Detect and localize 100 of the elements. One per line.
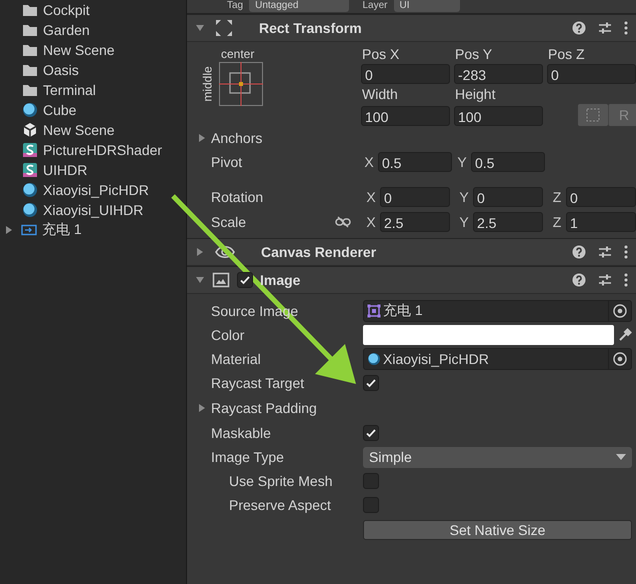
tag-dropdown[interactable]: Untagged bbox=[249, 0, 348, 12]
number-field[interactable]: 0.5 bbox=[471, 152, 545, 172]
image-icon bbox=[212, 272, 230, 288]
collapsed-caret-icon[interactable] bbox=[197, 133, 207, 143]
number-field[interactable]: 0 bbox=[566, 186, 636, 206]
sprite-icon bbox=[367, 304, 381, 318]
number-field[interactable]: 2.5 bbox=[473, 212, 543, 232]
number-field[interactable]: 0.5 bbox=[378, 152, 452, 172]
sphere-icon bbox=[22, 182, 38, 198]
number-field[interactable]: -283 bbox=[454, 64, 543, 84]
component-header[interactable]: Rect Transform bbox=[187, 14, 636, 42]
number-field[interactable]: 100 bbox=[454, 106, 543, 126]
property-label: Material bbox=[211, 351, 262, 367]
project-item[interactable]: Garden bbox=[0, 20, 186, 40]
project-item[interactable]: Xiaoyisi_UIHDR bbox=[0, 200, 186, 220]
property-label: Use Sprite Mesh bbox=[229, 473, 334, 489]
field-label: Height bbox=[454, 86, 496, 102]
anchor-label: middle bbox=[201, 66, 215, 102]
project-item[interactable]: New Scene bbox=[0, 40, 186, 60]
checkbox[interactable] bbox=[363, 425, 379, 441]
project-item[interactable]: Terminal bbox=[0, 80, 186, 100]
help-icon[interactable] bbox=[572, 273, 586, 287]
property-label: Raycast Target bbox=[211, 375, 306, 391]
presets-icon[interactable] bbox=[598, 21, 612, 35]
eye-icon bbox=[215, 245, 235, 259]
presets-icon[interactable] bbox=[598, 245, 612, 259]
number-field[interactable]: 0 bbox=[473, 186, 543, 206]
axis-label: Y bbox=[458, 214, 470, 230]
dropdown-arrow-icon[interactable] bbox=[616, 453, 626, 461]
help-icon[interactable] bbox=[572, 245, 586, 259]
dropdown[interactable]: Simple bbox=[363, 446, 632, 468]
project-item[interactable]: 充电 1 bbox=[0, 220, 186, 240]
axis-label: Z bbox=[552, 214, 562, 230]
project-item[interactable]: PictureHDRShader bbox=[0, 140, 186, 160]
rect-transform-icon bbox=[215, 19, 233, 37]
more-menu-icon[interactable] bbox=[624, 21, 628, 35]
sphere-icon bbox=[22, 202, 38, 218]
sprite-icon bbox=[21, 224, 37, 236]
number-field[interactable]: 0 bbox=[547, 64, 636, 84]
number-field[interactable]: 0 bbox=[380, 186, 450, 206]
presets-icon[interactable] bbox=[598, 273, 612, 287]
axis-label: Z bbox=[552, 188, 562, 204]
number-field[interactable]: 100 bbox=[361, 106, 450, 126]
object-picker-icon[interactable] bbox=[613, 304, 627, 318]
folder-icon bbox=[22, 63, 38, 77]
expanded-caret-icon[interactable] bbox=[195, 23, 205, 33]
folder-icon bbox=[22, 3, 38, 17]
component-title: Canvas Renderer bbox=[261, 244, 376, 260]
collapsed-caret-icon[interactable] bbox=[195, 247, 205, 257]
component-header[interactable]: Image bbox=[187, 266, 636, 294]
foldout-label[interactable]: Raycast Padding bbox=[211, 400, 317, 416]
anchor-label: center bbox=[220, 46, 256, 62]
axis-label: X bbox=[365, 188, 377, 204]
shader-file-icon bbox=[22, 142, 38, 158]
cube-icon bbox=[22, 122, 38, 138]
sphere-icon bbox=[22, 102, 38, 118]
expanded-caret-icon[interactable] bbox=[195, 275, 205, 285]
property-label: Pivot bbox=[211, 154, 242, 170]
axis-label: Y bbox=[458, 188, 470, 204]
project-item[interactable]: Oasis bbox=[0, 60, 186, 80]
object-field[interactable]: Xiaoyisi_PicHDR bbox=[363, 348, 632, 370]
set-native-size-button[interactable]: Set Native Size bbox=[363, 520, 632, 540]
object-picker-icon[interactable] bbox=[613, 352, 627, 366]
field-label: Width bbox=[361, 86, 399, 102]
help-icon[interactable] bbox=[572, 21, 586, 35]
number-field[interactable]: 0 bbox=[361, 64, 450, 84]
field-label: Pos X bbox=[361, 46, 400, 62]
checkbox[interactable] bbox=[363, 473, 379, 489]
number-field[interactable]: 1 bbox=[566, 212, 636, 232]
property-label: Rotation bbox=[211, 188, 264, 204]
broken-link-icon[interactable] bbox=[335, 216, 351, 228]
checkbox[interactable] bbox=[363, 375, 379, 391]
field-label: Pos Y bbox=[454, 46, 494, 62]
layer-label: Layer bbox=[362, 0, 388, 12]
property-label: Color bbox=[211, 327, 246, 343]
foldout-label[interactable]: Anchors bbox=[211, 130, 262, 146]
project-item[interactable]: UIHDR bbox=[0, 160, 186, 180]
project-item[interactable]: New Scene bbox=[0, 120, 186, 140]
project-item[interactable]: Cockpit bbox=[0, 0, 186, 20]
project-item[interactable]: Cube bbox=[0, 100, 186, 120]
collapsed-caret-icon[interactable] bbox=[4, 225, 14, 235]
more-menu-icon[interactable] bbox=[624, 245, 628, 259]
checkbox[interactable] bbox=[237, 272, 253, 288]
property-label: Scale bbox=[211, 214, 246, 230]
tag-label: Tag bbox=[227, 0, 244, 12]
folder-icon bbox=[22, 43, 38, 57]
component-header[interactable]: Canvas Renderer bbox=[187, 238, 636, 266]
layer-dropdown[interactable]: UI bbox=[394, 0, 460, 12]
project-item[interactable]: Xiaoyisi_PicHDR bbox=[0, 180, 186, 200]
object-name: 充电 1 bbox=[383, 302, 423, 320]
checkbox[interactable] bbox=[363, 497, 379, 513]
color-swatch[interactable] bbox=[363, 325, 614, 345]
object-field[interactable]: 充电 1 bbox=[363, 300, 632, 322]
more-menu-icon[interactable] bbox=[624, 273, 628, 287]
sphere-icon bbox=[367, 352, 381, 366]
eyedropper-icon[interactable] bbox=[618, 328, 632, 342]
folder-icon bbox=[22, 23, 38, 37]
number-field[interactable]: 2.5 bbox=[380, 212, 450, 232]
collapsed-caret-icon[interactable] bbox=[197, 403, 207, 413]
anchor-preset-icon[interactable] bbox=[219, 62, 263, 106]
